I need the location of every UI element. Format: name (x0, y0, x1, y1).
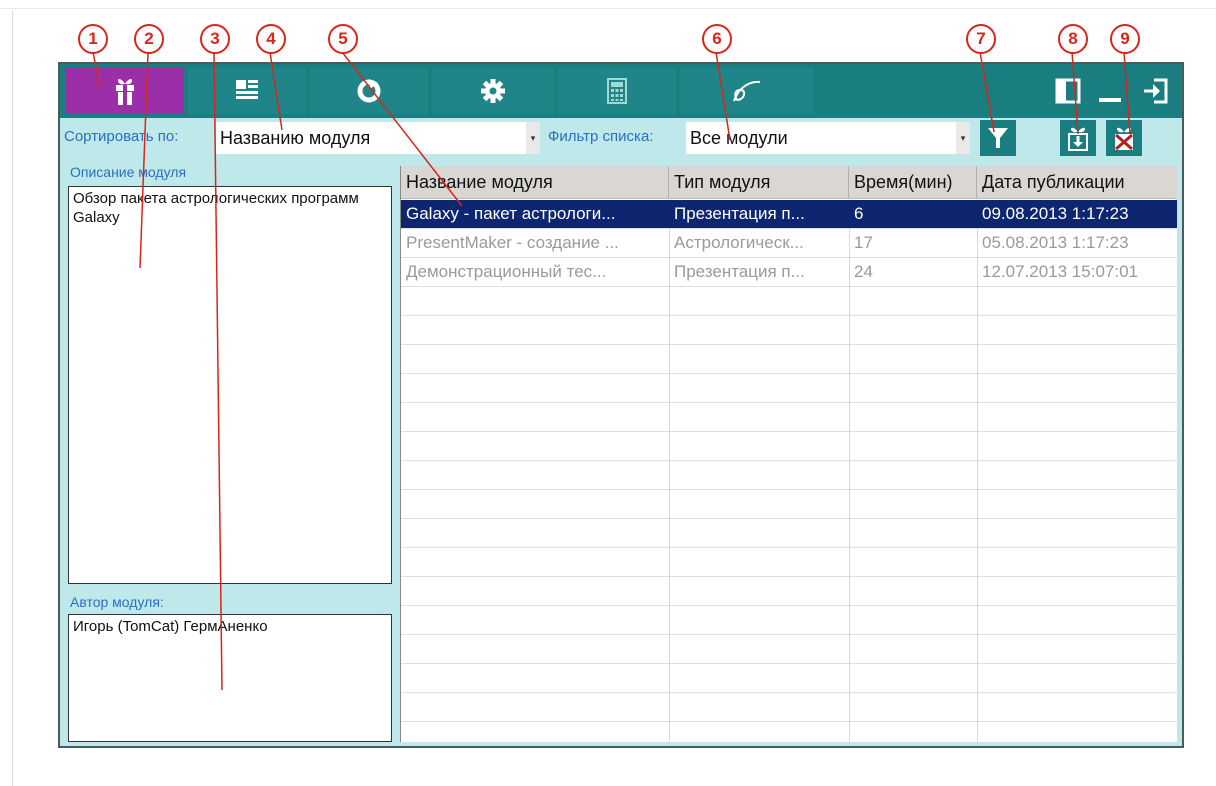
table-row-divider (401, 373, 1177, 374)
callout-2: 2 (134, 24, 164, 54)
table-row-divider (401, 721, 1177, 722)
column-header-time[interactable]: Время(мин) (849, 166, 977, 198)
description-text: Обзор пакета астрологических программ Ga… (73, 190, 359, 226)
filter-dropdown-arrow[interactable]: ▾ (956, 122, 970, 154)
sort-label: Сортировать по: (64, 128, 179, 145)
cell-time: 24 (854, 262, 873, 281)
callout-6: 6 (702, 24, 732, 54)
table-row-divider (401, 315, 1177, 316)
description-box: Обзор пакета астрологических программ Ga… (68, 186, 392, 584)
filter-select[interactable]: Все модули (686, 122, 956, 154)
tab-news[interactable] (188, 68, 306, 114)
filter-select-value: Все модули (690, 128, 788, 148)
minimize-button[interactable] (1092, 72, 1128, 110)
table-row[interactable]: Демонстрационный тес... Презентация п...… (401, 258, 1177, 286)
callout-1: 1 (78, 24, 108, 54)
table-row[interactable]: Galaxy - пакет астрологи... Презентация … (401, 200, 1177, 228)
page-left-border (12, 10, 13, 786)
table-row-divider (401, 460, 1177, 461)
filter-label: Фильтр списка: (548, 128, 654, 145)
exit-button[interactable] (1136, 72, 1174, 110)
sort-select[interactable]: Названию модуля (216, 122, 526, 154)
table-row-divider (401, 692, 1177, 693)
table-row-divider (401, 576, 1177, 577)
app-window: Сортировать по: Названию модуля ▾ Фильтр… (58, 62, 1184, 748)
news-icon (236, 80, 258, 99)
refresh-icon (357, 79, 381, 103)
callout-8: 8 (1058, 24, 1088, 54)
column-header-date[interactable]: Дата публикации (977, 166, 1177, 198)
calculator-icon (607, 78, 627, 104)
callout-3: 3 (200, 24, 230, 54)
modules-table[interactable]: Название модуля Тип модуля Время(мин) Да… (400, 166, 1177, 742)
page-top-border (0, 8, 1216, 9)
table-row-divider (401, 663, 1177, 664)
install-module-button[interactable] (1060, 120, 1096, 156)
sort-dropdown-arrow[interactable]: ▾ (526, 122, 540, 154)
tab-calculator[interactable] (558, 68, 676, 114)
tab-settings[interactable] (432, 68, 554, 114)
cell-type: Презентация п... (674, 204, 805, 223)
author-box: Игорь (TomCat) ГермАненко (68, 614, 392, 742)
install-module-icon (1068, 127, 1088, 151)
panel-toggle-icon (1055, 78, 1081, 104)
table-row-divider (401, 402, 1177, 403)
sort-select-value: Названию модуля (220, 128, 371, 148)
cell-time: 17 (854, 233, 873, 252)
cell-name: Galaxy - пакет астрологи... (406, 204, 616, 223)
cell-name: Демонстрационный тес... (406, 262, 607, 281)
gear-icon (481, 79, 505, 103)
description-label: Описание модуля (70, 164, 187, 180)
table-row[interactable]: PresentMaker - создание ... Астрологичес… (401, 229, 1177, 257)
delete-module-button[interactable] (1106, 120, 1142, 156)
table-row-divider (401, 518, 1177, 519)
cell-date: 05.08.2013 1:17:23 (982, 233, 1129, 252)
minimize-icon (1099, 98, 1121, 102)
callout-5: 5 (328, 24, 358, 54)
main-toolbar (60, 64, 1182, 118)
cell-date: 09.08.2013 1:17:23 (982, 204, 1129, 223)
apply-filter-button[interactable] (980, 120, 1016, 156)
table-row-divider (401, 431, 1177, 432)
table-row-divider (401, 634, 1177, 635)
galaxy-logo-icon (733, 80, 761, 102)
cell-type: Астрологическ... (674, 233, 804, 252)
table-row-divider (401, 489, 1177, 490)
callout-4: 4 (256, 24, 286, 54)
cell-name: PresentMaker - создание ... (406, 233, 619, 252)
filter-icon (988, 128, 1008, 148)
tab-update[interactable] (310, 68, 428, 114)
cell-time: 6 (854, 204, 864, 223)
table-row-divider (401, 547, 1177, 548)
author-label: Автор модуля: (70, 594, 164, 610)
callout-7: 7 (966, 24, 996, 54)
panel-toggle-button[interactable] (1050, 72, 1086, 110)
table-header: Название модуля Тип модуля Время(мин) Да… (401, 166, 1177, 199)
delete-module-icon (1115, 127, 1133, 151)
table-row-divider (401, 286, 1177, 287)
cell-type: Презентация п... (674, 262, 805, 281)
table-row-divider (401, 344, 1177, 345)
author-text: Игорь (TomCat) ГермАненко (73, 618, 268, 635)
column-header-type[interactable]: Тип модуля (669, 166, 849, 198)
column-header-name[interactable]: Название модуля (401, 166, 669, 198)
tab-galaxy[interactable] (680, 68, 814, 114)
table-row-divider (401, 605, 1177, 606)
gift-icon (116, 78, 134, 105)
cell-date: 12.07.2013 15:07:01 (982, 262, 1138, 281)
tab-modules[interactable] (66, 68, 184, 114)
exit-icon (1144, 78, 1168, 104)
callout-9: 9 (1110, 24, 1140, 54)
